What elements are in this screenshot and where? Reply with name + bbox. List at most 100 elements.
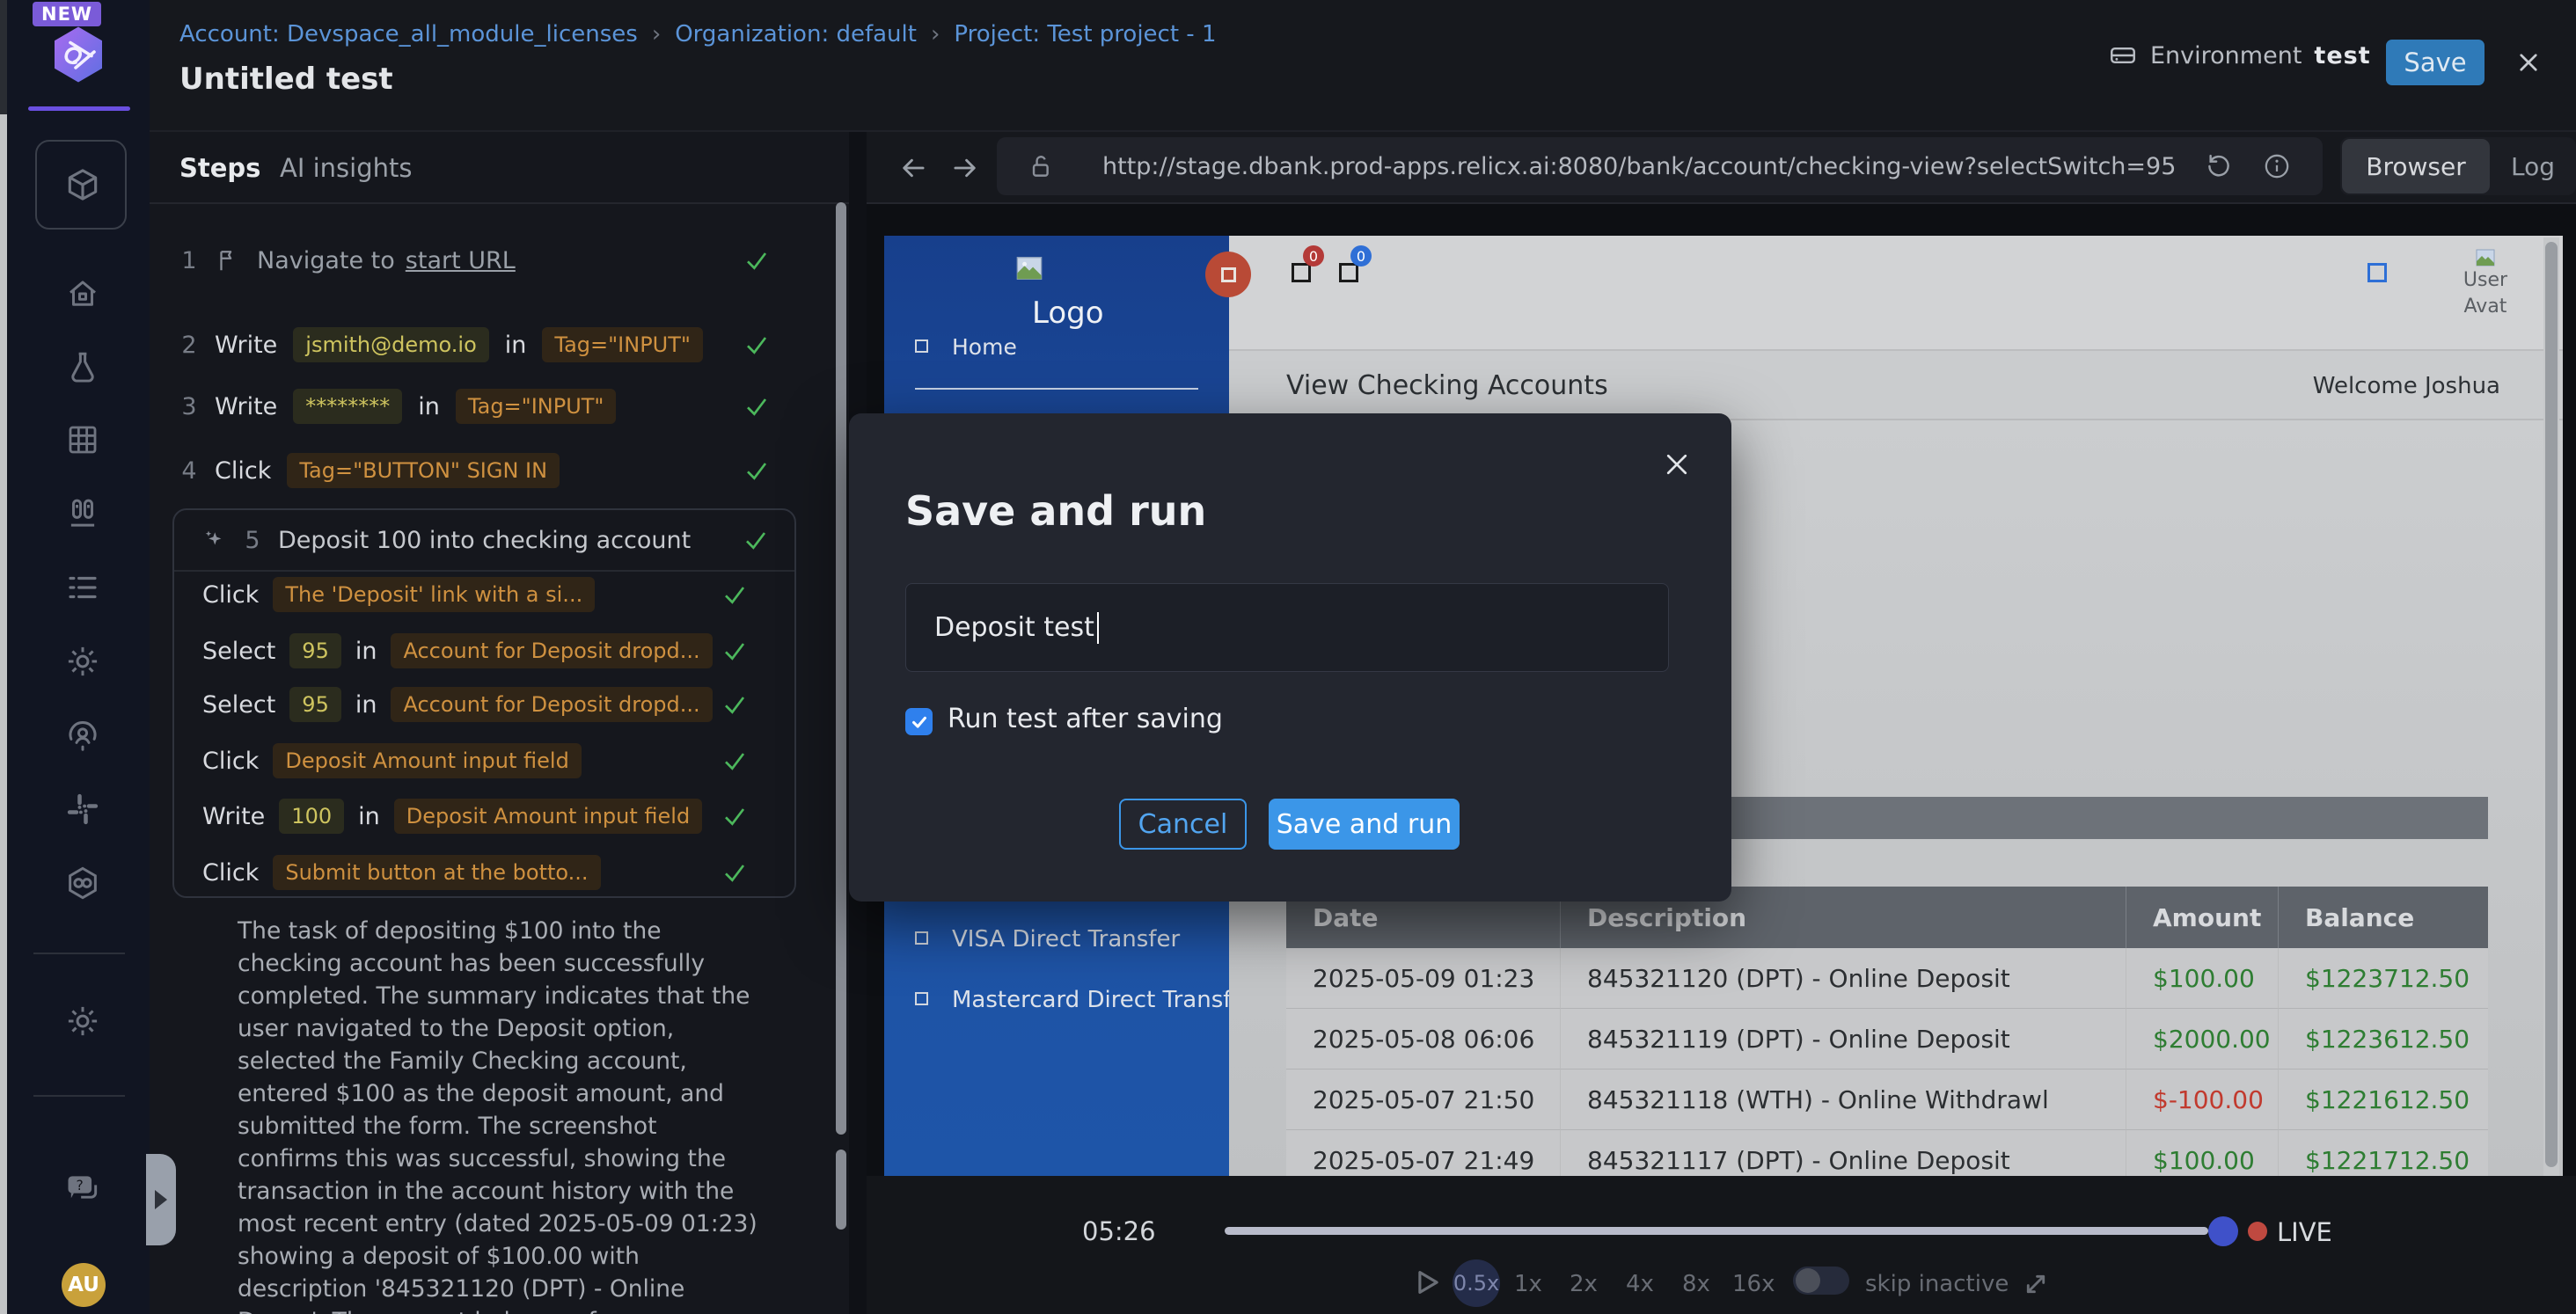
step-selector-chip[interactable]: Tag="BUTTON" SIGN IN (287, 453, 560, 488)
columns-icon[interactable] (58, 489, 107, 538)
panel-collapse-handle[interactable] (146, 1154, 176, 1245)
environment-selector[interactable]: Environment test (2108, 40, 2371, 70)
app-window: NEW (0, 0, 2576, 1314)
step-number: 5 (243, 527, 262, 554)
url-text[interactable]: http://stage.dbank.prod-apps.relicx.ai:8… (1102, 137, 2176, 195)
expand-icon[interactable] (2019, 1267, 2053, 1301)
message-icon[interactable] (1339, 263, 1358, 282)
menu-toggle-button[interactable] (1205, 252, 1251, 297)
step-row-1[interactable]: 1 Navigate to start URL (179, 232, 795, 288)
step-group-5[interactable]: 5 Deposit 100 into checking account Clic… (172, 508, 796, 898)
run-after-saving-checkbox[interactable] (905, 708, 933, 735)
table-row[interactable]: 2025-05-07 21:50 845321118 (WTH) - Onlin… (1286, 1069, 2488, 1130)
settings-gear-icon[interactable] (58, 637, 107, 686)
step-selector-chip[interactable]: Account for Deposit dropd... (391, 633, 712, 668)
user-avatar[interactable]: AU (62, 1263, 106, 1307)
breadcrumb-organization[interactable]: Organization: default (675, 21, 917, 47)
table-row[interactable]: 2025-05-08 06:06 845321119 (DPT) - Onlin… (1286, 1009, 2488, 1069)
tab-ai-insights[interactable]: AI insights (280, 153, 412, 183)
speed-1x-button[interactable]: 1x (1514, 1271, 1542, 1297)
nav-divider (33, 953, 125, 954)
slack-icon[interactable] (58, 785, 107, 834)
column-header[interactable]: Amount (2126, 887, 2279, 948)
start-url-link[interactable]: start URL (406, 247, 516, 274)
step-value-chip[interactable]: ******** (293, 389, 402, 424)
bank-nav-visa-transfer[interactable]: VISA Direct Transfer (952, 926, 1180, 953)
viewport-scrollbar[interactable] (2543, 237, 2559, 1176)
step-selector-chip[interactable]: Submit button at the botto... (273, 855, 600, 890)
run-after-saving-label[interactable]: Run test after saving (948, 704, 1223, 734)
step-value-chip[interactable]: 95 (289, 633, 341, 668)
speed-4x-button[interactable]: 4x (1626, 1271, 1654, 1297)
step-value-chip[interactable]: 100 (279, 799, 344, 834)
notification-icon[interactable] (1292, 263, 1311, 282)
step-selector-chip[interactable]: Deposit Amount input field (273, 743, 581, 778)
forward-arrow-icon[interactable] (948, 151, 982, 185)
skip-inactive-toggle[interactable] (1793, 1267, 1849, 1295)
info-icon[interactable] (2262, 151, 2292, 181)
modal-close-icon[interactable] (1661, 449, 1693, 480)
player-progress-track[interactable] (1225, 1227, 2208, 1235)
url-bar[interactable]: http://stage.dbank.prod-apps.relicx.ai:8… (997, 137, 2323, 195)
tab-browser[interactable]: Browser (2342, 139, 2490, 193)
test-name-input[interactable]: Deposit test (905, 583, 1669, 672)
play-icon[interactable] (1407, 1264, 1444, 1301)
cancel-button[interactable]: Cancel (1119, 799, 1247, 850)
step-selector-chip[interactable]: Tag="INPUT" (542, 327, 703, 362)
speed-0.5x-button[interactable]: 0.5x (1453, 1259, 1500, 1307)
step-selector-chip[interactable]: The 'Deposit' link with a si... (273, 577, 595, 612)
step-number: 4 (179, 457, 199, 485)
substep-row[interactable]: Click Submit button at the botto... (202, 845, 773, 900)
back-arrow-icon[interactable] (896, 151, 930, 185)
text-caret (1097, 612, 1099, 644)
admin-gear-icon[interactable] (58, 996, 107, 1046)
cell-amount: $2000.00 (2126, 1009, 2279, 1069)
cell-balance: $1223612.50 (2279, 1009, 2488, 1069)
step-row-4[interactable]: 4 Click Tag="BUTTON" SIGN IN (179, 442, 795, 499)
speed-16x-button[interactable]: 16x (1732, 1271, 1775, 1297)
step-row-2[interactable]: 2 Write jsmith@demo.io in Tag="INPUT" (179, 317, 795, 373)
bank-nav-home[interactable]: Home (952, 334, 1017, 360)
breadcrumb-project[interactable]: Project: Test project - 1 (954, 21, 1216, 47)
step-selector-chip[interactable]: Account for Deposit dropd... (391, 687, 712, 722)
summary-scrollbar[interactable] (836, 1150, 846, 1230)
grid-icon[interactable] (58, 415, 107, 464)
save-button[interactable]: Save (2386, 40, 2485, 85)
speed-8x-button[interactable]: 8x (1682, 1271, 1710, 1297)
speed-2x-button[interactable]: 2x (1570, 1271, 1598, 1297)
player-playhead[interactable] (2208, 1216, 2238, 1246)
integrations-icon[interactable] (58, 858, 107, 908)
package-icon[interactable] (58, 160, 107, 209)
substep-row[interactable]: Select 95 in Account for Deposit dropd..… (202, 677, 773, 732)
step-selector-chip[interactable]: Deposit Amount input field (394, 799, 702, 834)
substep-row[interactable]: Click Deposit Amount input field (202, 734, 773, 788)
column-header[interactable]: Balance (2279, 887, 2488, 948)
flask-icon[interactable] (58, 343, 107, 392)
scrollbar-thumb[interactable] (2545, 242, 2558, 1167)
tab-steps[interactable]: Steps (179, 153, 260, 183)
refresh-icon[interactable] (2204, 151, 2234, 181)
step-selector-chip[interactable]: Tag="INPUT" (456, 389, 617, 424)
steps-scrollbar[interactable] (836, 202, 846, 1135)
avatar-alt-line1: User (2459, 267, 2512, 294)
table-row[interactable]: 2025-05-07 21:49 845321117 (DPT) - Onlin… (1286, 1130, 2488, 1176)
substep-row[interactable]: Select 95 in Account for Deposit dropd..… (202, 624, 773, 678)
step-value-chip[interactable]: jsmith@demo.io (293, 327, 488, 362)
home-icon[interactable] (58, 269, 107, 318)
bank-nav-mastercard-transfer[interactable]: Mastercard Direct Transfer (952, 987, 1255, 1013)
substep-row[interactable]: Write 100 in Deposit Amount input field (202, 789, 773, 843)
close-icon[interactable] (2513, 47, 2544, 78)
user-search-icon[interactable] (58, 711, 107, 760)
save-and-run-button[interactable]: Save and run (1269, 799, 1460, 850)
substep-row[interactable]: Click The 'Deposit' link with a si... (202, 567, 773, 622)
table-row[interactable]: 2025-05-09 01:23 845321120 (DPT) - Onlin… (1286, 948, 2488, 1009)
step-value-chip[interactable]: 95 (289, 687, 341, 722)
help-chat-icon[interactable]: ? (58, 1164, 107, 1214)
step-row-3[interactable]: 3 Write ******** in Tag="INPUT" (179, 378, 795, 434)
breadcrumb-account[interactable]: Account: Devspace_all_module_licenses (179, 21, 638, 47)
step-group-header[interactable]: 5 Deposit 100 into checking account (174, 510, 794, 572)
tab-log[interactable]: Log (2490, 137, 2576, 195)
app-logo-icon[interactable] (47, 23, 110, 86)
list-icon[interactable] (58, 563, 107, 612)
user-avatar-broken[interactable]: User Avat (2459, 248, 2512, 320)
